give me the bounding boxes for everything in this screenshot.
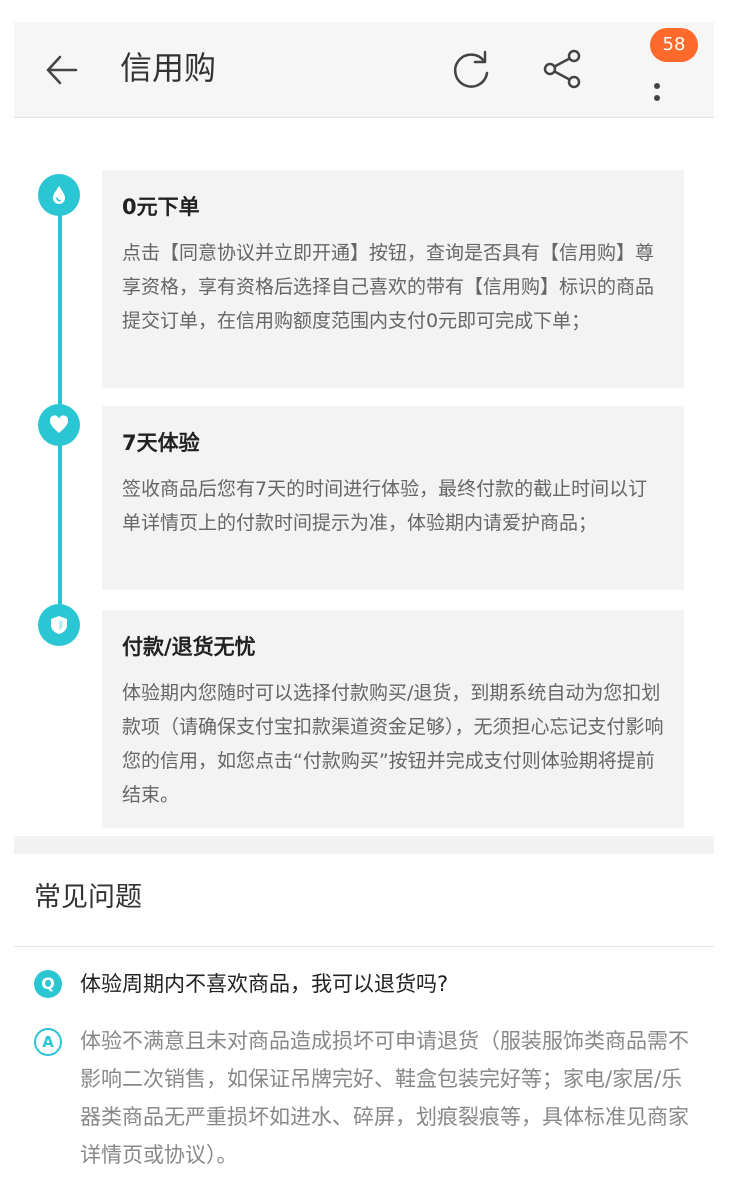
share-icon	[543, 49, 581, 89]
notification-badge: 58	[650, 28, 698, 62]
step-description: 点击【同意协议并立即开通】按钮，查询是否具有【信用购】尊享资格，享有资格后选择自…	[122, 242, 655, 332]
heart-icon	[49, 415, 69, 433]
faq-section: 常见问题 Q 体验周期内不喜欢商品，我可以退货吗? A 体验不满意且未对商品造成…	[14, 854, 714, 1184]
page-title: 信用购	[120, 49, 217, 87]
answer-icon: A	[34, 1028, 62, 1056]
faq-divider	[14, 946, 714, 947]
steps-card: 0元下单 点击【同意协议并立即开通】按钮，查询是否具有【信用购】尊享资格，享有资…	[14, 118, 714, 836]
step-box-trial: 7天体验 签收商品后您有7天的时间进行体验，最终付款的截止时间以订单详情页上的付…	[102, 406, 684, 590]
top-bar: 信用购 58	[14, 22, 714, 118]
faq-heading: 常见问题	[34, 882, 142, 913]
step-title: 7天体验	[122, 431, 200, 455]
step-description: 体验期内您随时可以选择付款购买/退货，到期系统自动为您扣划款项（请确保支付宝扣款…	[122, 682, 664, 806]
step-node-heart	[38, 404, 80, 446]
refresh-button[interactable]	[446, 44, 496, 94]
step-node-shield	[38, 604, 80, 646]
refresh-icon	[453, 50, 489, 88]
step-description: 签收商品后您有7天的时间进行体验，最终付款的截止时间以订单详情页上的付款时间提示…	[122, 478, 648, 534]
step-box-order: 0元下单 点击【同意协议并立即开通】按钮，查询是否具有【信用购】尊享资格，享有资…	[102, 170, 684, 388]
share-button[interactable]	[540, 46, 586, 92]
question-icon: Q	[34, 970, 62, 998]
step-box-payment: 付款/退货无忧 体验期内您随时可以选择付款购买/退货，到期系统自动为您扣划款项（…	[102, 610, 684, 828]
step-title: 付款/退货无忧	[122, 635, 256, 659]
drop-icon	[53, 186, 65, 204]
page: 信用购 58 0元下单 点击【同意协议并立即开通】按钮，查询是否具有【信用购】尊…	[14, 22, 714, 1184]
faq-question[interactable]: 体验周期内不喜欢商品，我可以退货吗?	[80, 966, 448, 1002]
step-title: 0元下单	[122, 195, 200, 219]
shield-icon	[51, 616, 67, 634]
back-button[interactable]	[40, 48, 84, 92]
arrow-left-icon	[46, 55, 78, 85]
faq-answer: 体验不满意且未对商品造成损坏可申请退货（服装服饰类商品需不影响二次销售，如保证吊…	[80, 1029, 689, 1167]
step-node-drop	[38, 174, 80, 216]
